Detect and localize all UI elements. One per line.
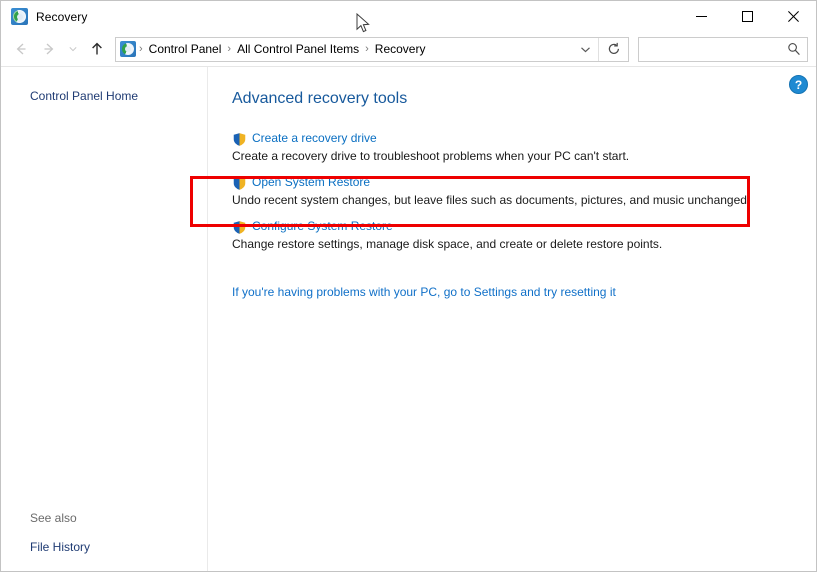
link-reset-pc-settings[interactable]: If you're having problems with your PC, … — [232, 284, 616, 300]
refresh-icon — [608, 42, 619, 54]
window-body: Control Panel Home See also File History… — [1, 66, 816, 571]
up-button[interactable] — [83, 36, 111, 62]
close-button[interactable] — [770, 1, 816, 32]
minimize-button[interactable] — [678, 1, 724, 32]
search-box[interactable] — [638, 36, 808, 62]
content-pane: ? Advanced recovery tools Create a recov… — [208, 67, 816, 571]
maximize-icon — [741, 11, 753, 22]
address-dropdown-button[interactable] — [572, 38, 598, 61]
forward-arrow-icon — [44, 43, 54, 55]
help-button[interactable]: ? — [789, 75, 808, 94]
uac-shield-icon — [232, 132, 247, 147]
task-configure-system-restore: Configure System Restore Change restore … — [232, 219, 816, 252]
close-icon — [787, 11, 799, 22]
recent-pages-button[interactable] — [63, 36, 83, 62]
link-configure-system-restore[interactable]: Configure System Restore — [252, 219, 393, 234]
task-open-system-restore: Open System Restore Undo recent system c… — [232, 175, 816, 208]
back-arrow-icon — [16, 43, 26, 55]
sidebar-see-also-section: See also File History — [1, 510, 207, 556]
task-description: Change restore settings, manage disk spa… — [232, 237, 663, 251]
task-link-row: Configure System Restore — [232, 219, 816, 235]
recovery-icon — [11, 8, 28, 25]
address-bar[interactable]: › Control Panel › All Control Panel Item… — [115, 36, 629, 62]
link-open-system-restore[interactable]: Open System Restore — [252, 175, 370, 190]
address-bar-row: › Control Panel › All Control Panel Item… — [1, 32, 816, 66]
chevron-down-icon — [69, 47, 77, 52]
magnifier-icon — [788, 43, 800, 56]
task-link-row: Create a recovery drive — [232, 131, 816, 147]
breadcrumb-recovery-icon — [120, 41, 136, 57]
search-icon — [785, 40, 803, 58]
task-description: Undo recent system changes, but leave fi… — [232, 193, 751, 207]
chevron-down-icon — [580, 46, 590, 52]
title-bar-left: Recovery — [1, 8, 87, 25]
task-link-row: Open System Restore — [232, 175, 816, 191]
uac-shield-icon — [232, 220, 247, 235]
recovery-window: Recovery › Control Panel › All Control P… — [0, 0, 817, 572]
forward-button[interactable] — [35, 36, 63, 62]
search-input[interactable] — [645, 41, 785, 57]
task-create-recovery-drive: Create a recovery drive Create a recover… — [232, 131, 816, 164]
see-also-heading: See also — [30, 511, 77, 525]
uac-shield-icon — [232, 176, 247, 191]
title-bar: Recovery — [1, 1, 816, 32]
back-button[interactable] — [7, 36, 35, 62]
minimize-icon — [695, 16, 707, 17]
breadcrumb-item-all-control-panel-items[interactable]: All Control Panel Items — [232, 38, 364, 61]
sidebar-item-file-history[interactable]: File History — [1, 539, 207, 556]
sidebar-item-control-panel-home[interactable]: Control Panel Home — [1, 88, 207, 105]
window-controls — [678, 1, 816, 32]
up-arrow-icon — [92, 42, 102, 55]
breadcrumb-item-recovery[interactable]: Recovery — [370, 38, 431, 61]
window-title: Recovery — [36, 9, 88, 24]
refresh-button[interactable] — [599, 38, 628, 61]
task-description: Create a recovery drive to troubleshoot … — [232, 149, 630, 163]
page-title: Advanced recovery tools — [232, 90, 408, 107]
link-create-a-recovery-drive[interactable]: Create a recovery drive — [252, 131, 377, 146]
sidebar: Control Panel Home See also File History — [1, 67, 208, 571]
maximize-button[interactable] — [724, 1, 770, 32]
breadcrumb-item-control-panel[interactable]: Control Panel — [144, 38, 227, 61]
